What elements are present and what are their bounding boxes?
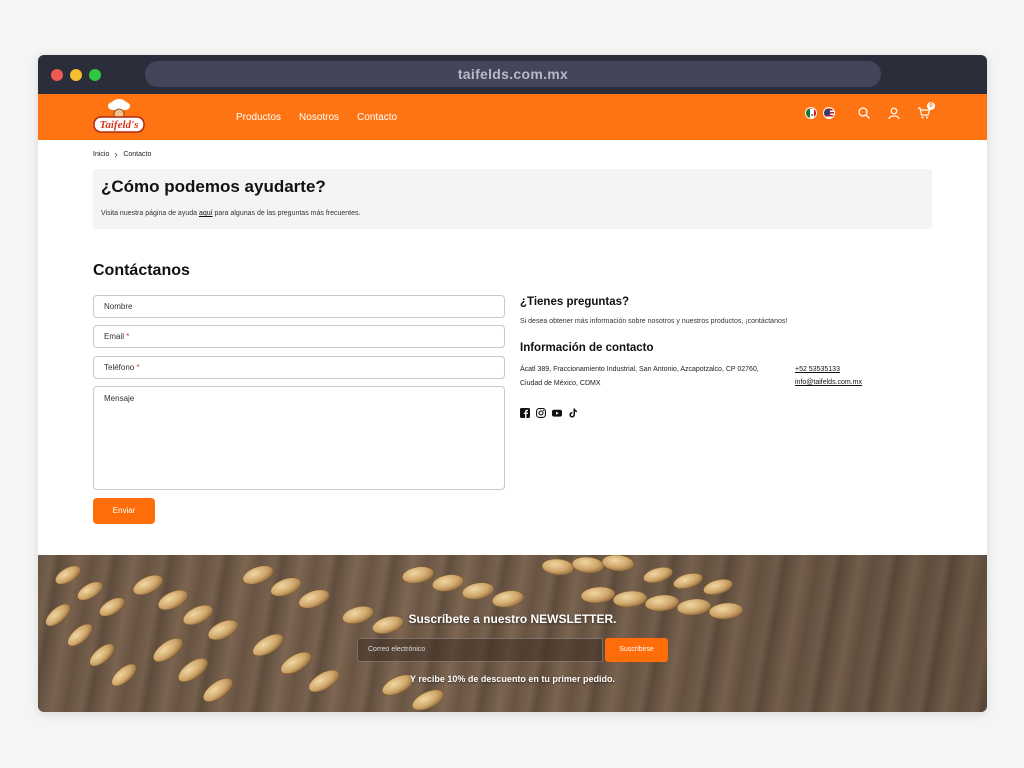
logo-text: Taifeld's	[100, 119, 139, 131]
required-mark: *	[136, 363, 140, 372]
social-links	[520, 405, 578, 418]
breadcrumb: Inicio Contacto	[93, 151, 151, 158]
help-text-start: Visita nuestra página de ayuda	[101, 210, 199, 217]
help-title: ¿Cómo podemos ayudarte?	[101, 177, 326, 196]
mexico-flag-icon[interactable]	[805, 107, 817, 119]
email-link[interactable]: info@taifelds.com.mx	[795, 379, 862, 386]
address-line-2: Ciudad de México, CDMX	[520, 380, 601, 387]
contact-info-title: Información de contacto	[520, 342, 654, 354]
taifelds-logo[interactable]: Taifeld's	[92, 97, 146, 135]
account-icon[interactable]	[887, 106, 901, 120]
nav-productos[interactable]: Productos	[236, 112, 281, 123]
name-placeholder: Nombre	[104, 302, 133, 311]
chevron-right-icon	[115, 152, 118, 157]
cart-icon[interactable]: 0	[917, 102, 935, 120]
close-window-button[interactable]	[51, 69, 63, 81]
subscribe-button[interactable]: Suscribirse	[605, 638, 668, 662]
nav-contacto[interactable]: Contacto	[357, 112, 397, 123]
breadcrumb-home[interactable]: Inicio	[93, 151, 109, 158]
message-field[interactable]: Mensaje	[93, 386, 505, 490]
newsletter-email-input[interactable]: Correo electrónico	[357, 638, 603, 662]
instagram-icon[interactable]	[536, 405, 546, 418]
maximize-window-button[interactable]	[89, 69, 101, 81]
help-text-end: para algunas de las preguntas más frecue…	[212, 210, 361, 217]
minimize-window-button[interactable]	[70, 69, 82, 81]
phone-field[interactable]: Teléfono *	[93, 356, 505, 379]
usa-flag-icon[interactable]	[823, 107, 835, 119]
questions-text: Si desea obtener más información sobre n…	[520, 318, 788, 325]
header-actions: 0	[805, 102, 935, 120]
send-button[interactable]: Enviar	[93, 498, 155, 524]
wheat-background-image	[38, 555, 987, 712]
cart-count-badge: 0	[927, 102, 935, 110]
help-link[interactable]: aquí	[199, 210, 213, 217]
address-bar[interactable]: taifelds.com.mx	[145, 61, 881, 87]
breadcrumb-current: Contacto	[123, 151, 152, 158]
message-placeholder: Mensaje	[104, 394, 135, 403]
email-field[interactable]: Email *	[93, 325, 505, 348]
email-placeholder: Email	[104, 332, 125, 341]
youtube-icon[interactable]	[552, 405, 562, 417]
phone-placeholder: Teléfono	[104, 363, 135, 372]
contact-title: Contáctanos	[93, 262, 190, 279]
browser-titlebar: taifelds.com.mx	[38, 55, 987, 94]
phone-link[interactable]: +52 53535133	[795, 366, 840, 373]
questions-title: ¿Tienes preguntas?	[520, 296, 630, 308]
name-field[interactable]: Nombre	[93, 295, 505, 318]
nav-nosotros[interactable]: Nosotros	[299, 112, 339, 123]
newsletter-title: Suscríbete a nuestro NEWSLETTER.	[408, 612, 617, 626]
required-mark: *	[126, 332, 130, 341]
newsletter-subtitle: Y recibe 10% de descuento en tu primer p…	[410, 674, 615, 684]
help-banner: ¿Cómo podemos ayudarte? Visita nuestra p…	[93, 169, 932, 229]
address-line-1: Ácatl 389, Fraccionamiento Industrial, S…	[520, 366, 759, 373]
browser-window: taifelds.com.mx Taifeld's Productos Noso…	[38, 55, 987, 712]
main-nav: Productos Nosotros Contacto	[236, 94, 397, 140]
newsletter-section: Suscríbete a nuestro NEWSLETTER. Correo …	[38, 555, 987, 712]
help-text: Visita nuestra página de ayuda aquí para…	[101, 210, 360, 217]
site-header: Taifeld's Productos Nosotros Contacto 0	[38, 94, 987, 140]
tiktok-icon[interactable]	[568, 405, 578, 418]
search-icon[interactable]	[857, 106, 871, 120]
facebook-icon[interactable]	[520, 405, 530, 418]
